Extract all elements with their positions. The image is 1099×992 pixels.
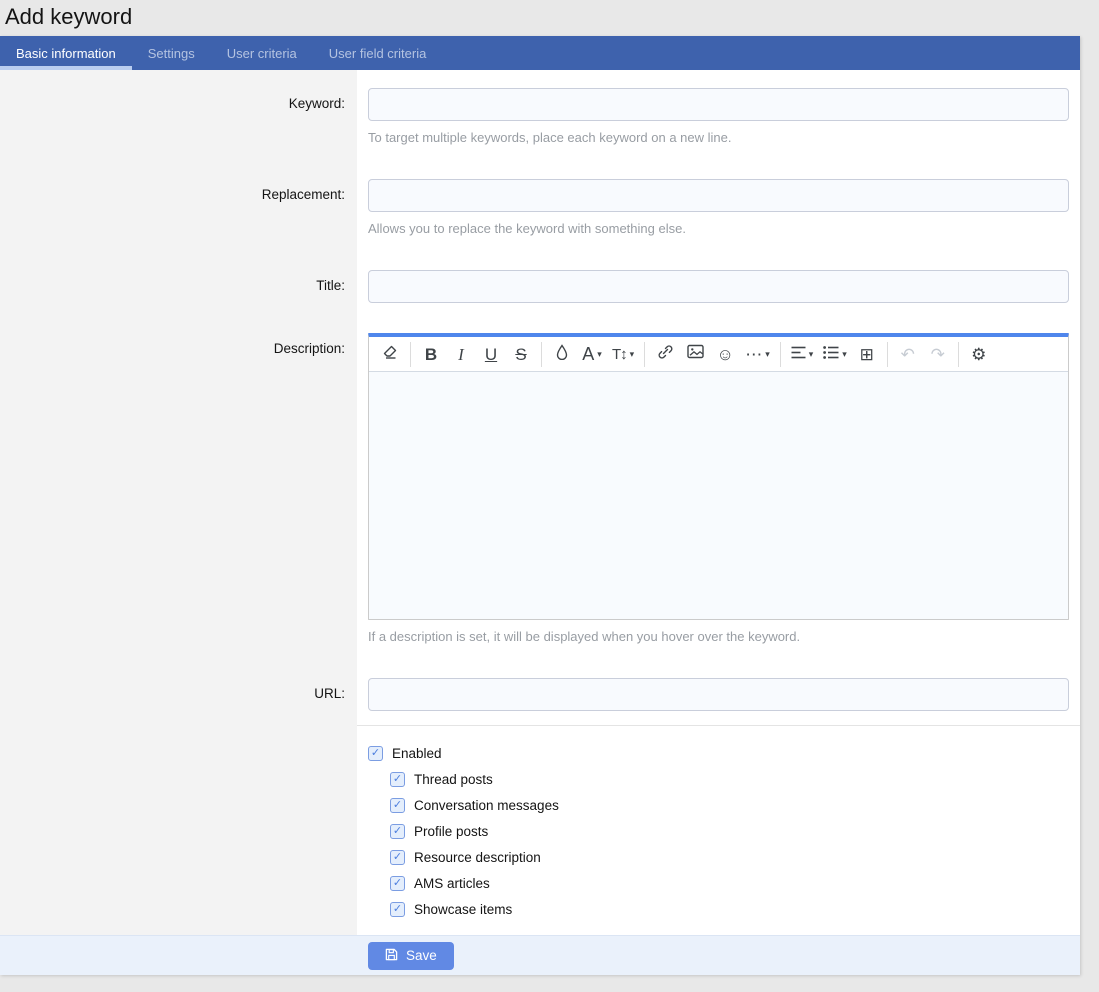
conversation-messages-checkbox[interactable]: ✓ <box>390 798 405 813</box>
floppy-disk-icon <box>385 948 398 964</box>
list-button[interactable]: ▾ <box>818 340 852 368</box>
font-size-icon: T↕ <box>612 347 627 362</box>
replacement-label: Replacement: <box>0 161 357 252</box>
keyword-form: Keyword: To target multiple keywords, pl… <box>0 70 1080 935</box>
link-icon <box>657 344 674 365</box>
undo-button[interactable]: ↶ <box>893 340 923 368</box>
insert-image-button[interactable] <box>680 340 710 368</box>
toolbar-separator <box>644 342 645 367</box>
enabled-label: Enabled <box>392 746 442 761</box>
chevron-down-icon: ▾ <box>809 350 814 359</box>
editor-toolbar: B I U S A▾ T↕▾ ☺ ⋯▾ ▾ <box>369 337 1068 372</box>
showcase-items-option: ✓ Showcase items <box>390 902 1069 917</box>
droplet-icon <box>556 344 568 365</box>
keyword-hint: To target multiple keywords, place each … <box>368 130 1069 145</box>
font-family-button[interactable]: A▾ <box>577 340 607 368</box>
keyword-row: Keyword: To target multiple keywords, pl… <box>0 70 1080 161</box>
context-options: ✓ Thread posts ✓ Conversation messages ✓… <box>390 772 1069 917</box>
editor-settings-button[interactable]: ⚙ <box>964 340 994 368</box>
redo-icon: ↷ <box>931 346 945 363</box>
description-editor-area[interactable] <box>369 372 1068 619</box>
bold-button[interactable]: B <box>416 340 446 368</box>
ams-articles-checkbox[interactable]: ✓ <box>390 876 405 891</box>
font-size-button[interactable]: T↕▾ <box>607 340 639 368</box>
url-input[interactable] <box>368 678 1069 711</box>
replacement-hint: Allows you to replace the keyword with s… <box>368 221 1069 236</box>
tab-user-field-criteria[interactable]: User field criteria <box>313 36 443 70</box>
thread-posts-checkbox[interactable]: ✓ <box>390 772 405 787</box>
remove-format-button[interactable] <box>375 340 405 368</box>
options-label-spacer <box>0 726 357 935</box>
rich-text-editor: B I U S A▾ T↕▾ ☺ ⋯▾ ▾ <box>368 333 1069 620</box>
more-options-button[interactable]: ⋯▾ <box>740 340 775 368</box>
thread-posts-option: ✓ Thread posts <box>390 772 1069 787</box>
tab-basic-information[interactable]: Basic information <box>0 36 132 70</box>
add-keyword-panel: Basic information Settings User criteria… <box>0 36 1080 975</box>
toolbar-separator <box>541 342 542 367</box>
gear-icon: ⚙ <box>971 346 986 363</box>
url-row: URL: <box>0 660 1080 726</box>
ams-articles-option: ✓ AMS articles <box>390 876 1069 891</box>
toolbar-separator <box>780 342 781 367</box>
chevron-down-icon: ▾ <box>842 350 847 359</box>
toolbar-separator <box>958 342 959 367</box>
toolbar-separator <box>887 342 888 367</box>
toolbar-separator <box>410 342 411 367</box>
replacement-input[interactable] <box>368 179 1069 212</box>
text-color-button[interactable] <box>547 340 577 368</box>
italic-button[interactable]: I <box>446 340 476 368</box>
insert-table-button[interactable]: ⊞ <box>852 340 882 368</box>
tab-settings[interactable]: Settings <box>132 36 211 70</box>
showcase-items-checkbox[interactable]: ✓ <box>390 902 405 917</box>
strikethrough-icon: S <box>515 346 526 363</box>
profile-posts-option: ✓ Profile posts <box>390 824 1069 839</box>
keyword-input[interactable] <box>368 88 1069 121</box>
title-label: Title: <box>0 252 357 315</box>
save-button[interactable]: Save <box>368 942 454 970</box>
page-title: Add keyword <box>0 0 1099 36</box>
conversation-messages-option: ✓ Conversation messages <box>390 798 1069 813</box>
font-family-icon: A <box>582 345 594 363</box>
options-row: ✓ Enabled ✓ Thread posts ✓ Conversation … <box>0 726 1080 935</box>
description-label: Description: <box>0 315 357 660</box>
title-row: Title: <box>0 252 1080 315</box>
image-icon <box>687 344 704 364</box>
insert-link-button[interactable] <box>650 340 680 368</box>
description-row: Description: B I U S A▾ T↕▾ <box>0 315 1080 660</box>
chevron-down-icon: ▾ <box>630 350 635 359</box>
chevron-down-icon: ▾ <box>765 350 770 359</box>
save-button-label: Save <box>406 948 437 963</box>
description-hint: If a description is set, it will be disp… <box>368 629 1069 644</box>
keyword-label: Keyword: <box>0 70 357 161</box>
form-footer: Save <box>0 935 1080 975</box>
table-icon: ⊞ <box>860 346 874 363</box>
align-left-icon <box>791 344 806 364</box>
emoji-button[interactable]: ☺ <box>710 340 740 368</box>
italic-icon: I <box>458 346 464 363</box>
underline-icon: U <box>485 346 497 363</box>
bullet-list-icon <box>823 344 839 364</box>
resource-description-option: ✓ Resource description <box>390 850 1069 865</box>
tab-bar: Basic information Settings User criteria… <box>0 36 1080 70</box>
chevron-down-icon: ▾ <box>597 350 602 359</box>
undo-icon: ↶ <box>901 346 915 363</box>
smiley-icon: ☺ <box>717 346 734 363</box>
resource-description-checkbox[interactable]: ✓ <box>390 850 405 865</box>
bold-icon: B <box>425 346 437 363</box>
replacement-row: Replacement: Allows you to replace the k… <box>0 161 1080 252</box>
profile-posts-checkbox[interactable]: ✓ <box>390 824 405 839</box>
underline-button[interactable]: U <box>476 340 506 368</box>
strikethrough-button[interactable]: S <box>506 340 536 368</box>
title-input[interactable] <box>368 270 1069 303</box>
alignment-button[interactable]: ▾ <box>786 340 819 368</box>
tab-user-criteria[interactable]: User criteria <box>211 36 313 70</box>
eraser-icon <box>382 344 398 365</box>
ellipsis-icon: ⋯ <box>745 346 762 363</box>
enabled-option: ✓ Enabled <box>368 746 1069 761</box>
enabled-checkbox[interactable]: ✓ <box>368 746 383 761</box>
redo-button[interactable]: ↷ <box>923 340 953 368</box>
url-label: URL: <box>0 660 357 726</box>
